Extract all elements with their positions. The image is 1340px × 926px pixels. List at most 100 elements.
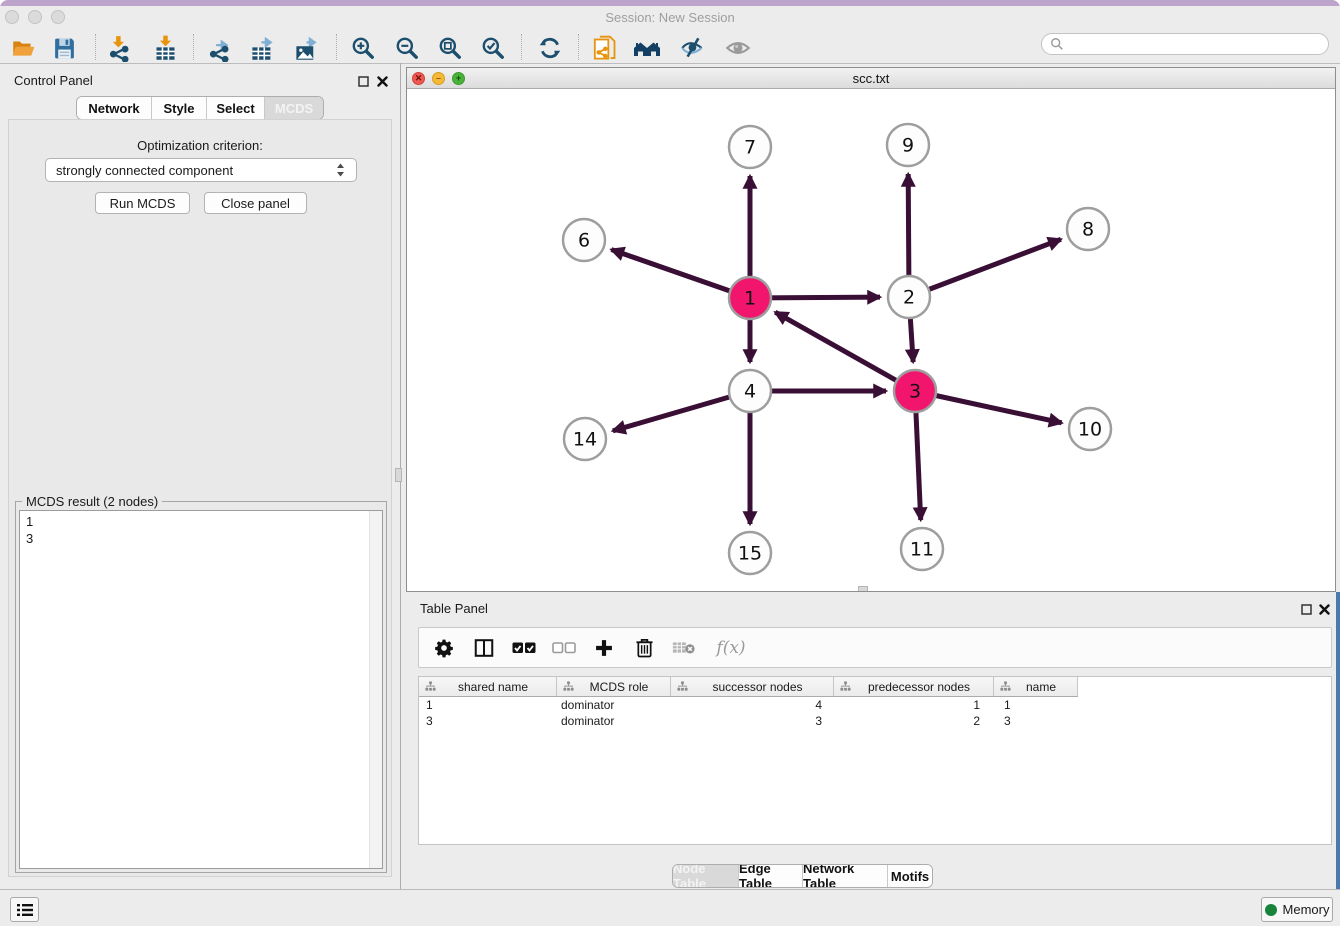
- settings-gear-button[interactable]: [431, 635, 457, 661]
- delete-column-button[interactable]: [631, 635, 657, 661]
- save-session-button[interactable]: [49, 33, 79, 63]
- export-image-button[interactable]: [291, 33, 321, 63]
- graph-node-10[interactable]: 10: [1069, 408, 1111, 450]
- select-all-checkboxes-button[interactable]: [511, 635, 537, 661]
- table-row[interactable]: 1dominator411: [419, 697, 1331, 713]
- eye-slash-icon: [679, 35, 707, 61]
- import-network-button[interactable]: [104, 33, 134, 63]
- export-network-button[interactable]: [204, 33, 234, 63]
- zoom-selected-button[interactable]: [478, 33, 508, 63]
- import-table-button[interactable]: [150, 33, 180, 63]
- document-network-icon: [592, 35, 619, 62]
- attribute-tree-icon: [1000, 681, 1011, 692]
- graph-node-2[interactable]: 2: [888, 276, 930, 318]
- graph-node-1[interactable]: 1: [729, 277, 771, 319]
- run-mcds-button[interactable]: Run MCDS: [95, 192, 190, 214]
- close-panel-button[interactable]: Close panel: [204, 192, 307, 214]
- graph-edge-3-10[interactable]: [915, 391, 1062, 423]
- tab-edge-table[interactable]: Edge Table: [739, 865, 803, 887]
- task-history-button[interactable]: [10, 897, 39, 922]
- control-panel-float-button[interactable]: [358, 74, 369, 92]
- table-panel-close-button[interactable]: [1319, 602, 1330, 620]
- export-table-button[interactable]: [247, 33, 277, 63]
- column-header-successor-nodes[interactable]: successor nodes: [671, 677, 834, 696]
- open-session-button[interactable]: [8, 33, 38, 63]
- graph-node-9[interactable]: 9: [887, 124, 929, 166]
- column-header-MCDS-role[interactable]: MCDS role: [557, 677, 671, 696]
- zoom-out-button[interactable]: [392, 33, 422, 63]
- column-header-shared-name[interactable]: shared name: [419, 677, 557, 696]
- table-cell: 3: [994, 714, 1078, 728]
- new-network-from-selection-button[interactable]: [590, 33, 620, 63]
- add-column-button[interactable]: [591, 635, 617, 661]
- function-builder-button[interactable]: f(x): [711, 635, 751, 661]
- mcds-result-scrollbar[interactable]: [369, 511, 382, 868]
- table-cell: 3: [419, 714, 557, 728]
- column-header-name[interactable]: name: [994, 677, 1078, 696]
- memory-button[interactable]: Memory: [1261, 897, 1333, 922]
- graph-edge-2-8[interactable]: [909, 239, 1061, 297]
- tab-network[interactable]: Network: [77, 97, 152, 119]
- export-network-icon: [206, 35, 233, 62]
- graph-node-6[interactable]: 6: [563, 219, 605, 261]
- list-icon: [17, 903, 33, 917]
- control-panel-close-button[interactable]: [377, 74, 388, 92]
- table-cell: 3: [671, 714, 834, 728]
- toolbar-separator: [336, 34, 337, 60]
- attribute-tree-icon: [840, 681, 851, 692]
- mcds-result-text[interactable]: 1 3: [19, 510, 383, 869]
- table-cell: dominator: [557, 714, 671, 728]
- zoom-fit-button[interactable]: [435, 33, 465, 63]
- search-input[interactable]: [1064, 36, 1318, 52]
- column-visibility-button[interactable]: [471, 635, 497, 661]
- table-toolbar: f(x): [418, 627, 1332, 668]
- open-folder-icon: [10, 35, 36, 61]
- tab-style[interactable]: Style: [152, 97, 207, 119]
- table-cell: 4: [671, 698, 834, 712]
- float-icon: [1301, 604, 1312, 615]
- network-canvas[interactable]: 1 2 3 4 6 7 8 9 10 11 14 15: [407, 89, 1335, 591]
- search-box[interactable]: [1041, 33, 1329, 55]
- window-resize-handle[interactable]: [858, 586, 868, 591]
- zoom-fit-icon: [437, 35, 463, 61]
- table-panel-float-button[interactable]: [1301, 602, 1312, 620]
- control-panel-title: Control Panel: [14, 73, 93, 88]
- node-label: 10: [1078, 419, 1102, 441]
- column-header-predecessor-nodes[interactable]: predecessor nodes: [834, 677, 994, 696]
- deselect-all-checkboxes-button[interactable]: [551, 635, 577, 661]
- graph-node-7[interactable]: 7: [729, 126, 771, 168]
- criterion-select[interactable]: strongly connected component: [45, 158, 357, 182]
- show-hidden-button[interactable]: [723, 33, 753, 63]
- hide-selected-button[interactable]: [678, 33, 708, 63]
- refresh-button[interactable]: [535, 33, 565, 63]
- tab-motifs[interactable]: Motifs: [888, 865, 932, 887]
- graph-node-11[interactable]: 11: [901, 528, 943, 570]
- float-icon: [358, 76, 369, 87]
- toolbar-separator: [578, 34, 579, 60]
- save-floppy-icon: [52, 36, 77, 61]
- tab-select[interactable]: Select: [207, 97, 265, 119]
- node-label: 4: [744, 381, 756, 403]
- graph-edge-3-1[interactable]: [775, 312, 915, 391]
- tab-mcds[interactable]: MCDS: [265, 97, 323, 119]
- tab-network-table[interactable]: Network Table: [803, 865, 888, 887]
- graph-node-8[interactable]: 8: [1067, 208, 1109, 250]
- toolbar-separator: [521, 34, 522, 60]
- delete-table-button[interactable]: [671, 635, 697, 661]
- first-neighbors-button[interactable]: [632, 33, 662, 63]
- tab-node-table[interactable]: Node Table: [673, 865, 739, 887]
- window-title: Session: New Session: [0, 10, 1340, 25]
- table-row[interactable]: 3dominator323: [419, 713, 1331, 729]
- graph-node-14[interactable]: 14: [564, 418, 606, 460]
- node-table[interactable]: shared nameMCDS rolesuccessor nodesprede…: [418, 676, 1332, 845]
- zoom-in-button[interactable]: [348, 33, 378, 63]
- splitter-handle[interactable]: [395, 468, 402, 482]
- run-mcds-label: Run MCDS: [110, 196, 176, 211]
- memory-status-dot: [1265, 904, 1277, 916]
- graph-node-4[interactable]: 4: [729, 370, 771, 412]
- zoom-in-icon: [350, 35, 376, 61]
- graph-node-3[interactable]: 3: [894, 370, 936, 412]
- main-toolbar: [0, 32, 1340, 64]
- node-label: 11: [910, 539, 934, 561]
- graph-node-15[interactable]: 15: [729, 532, 771, 574]
